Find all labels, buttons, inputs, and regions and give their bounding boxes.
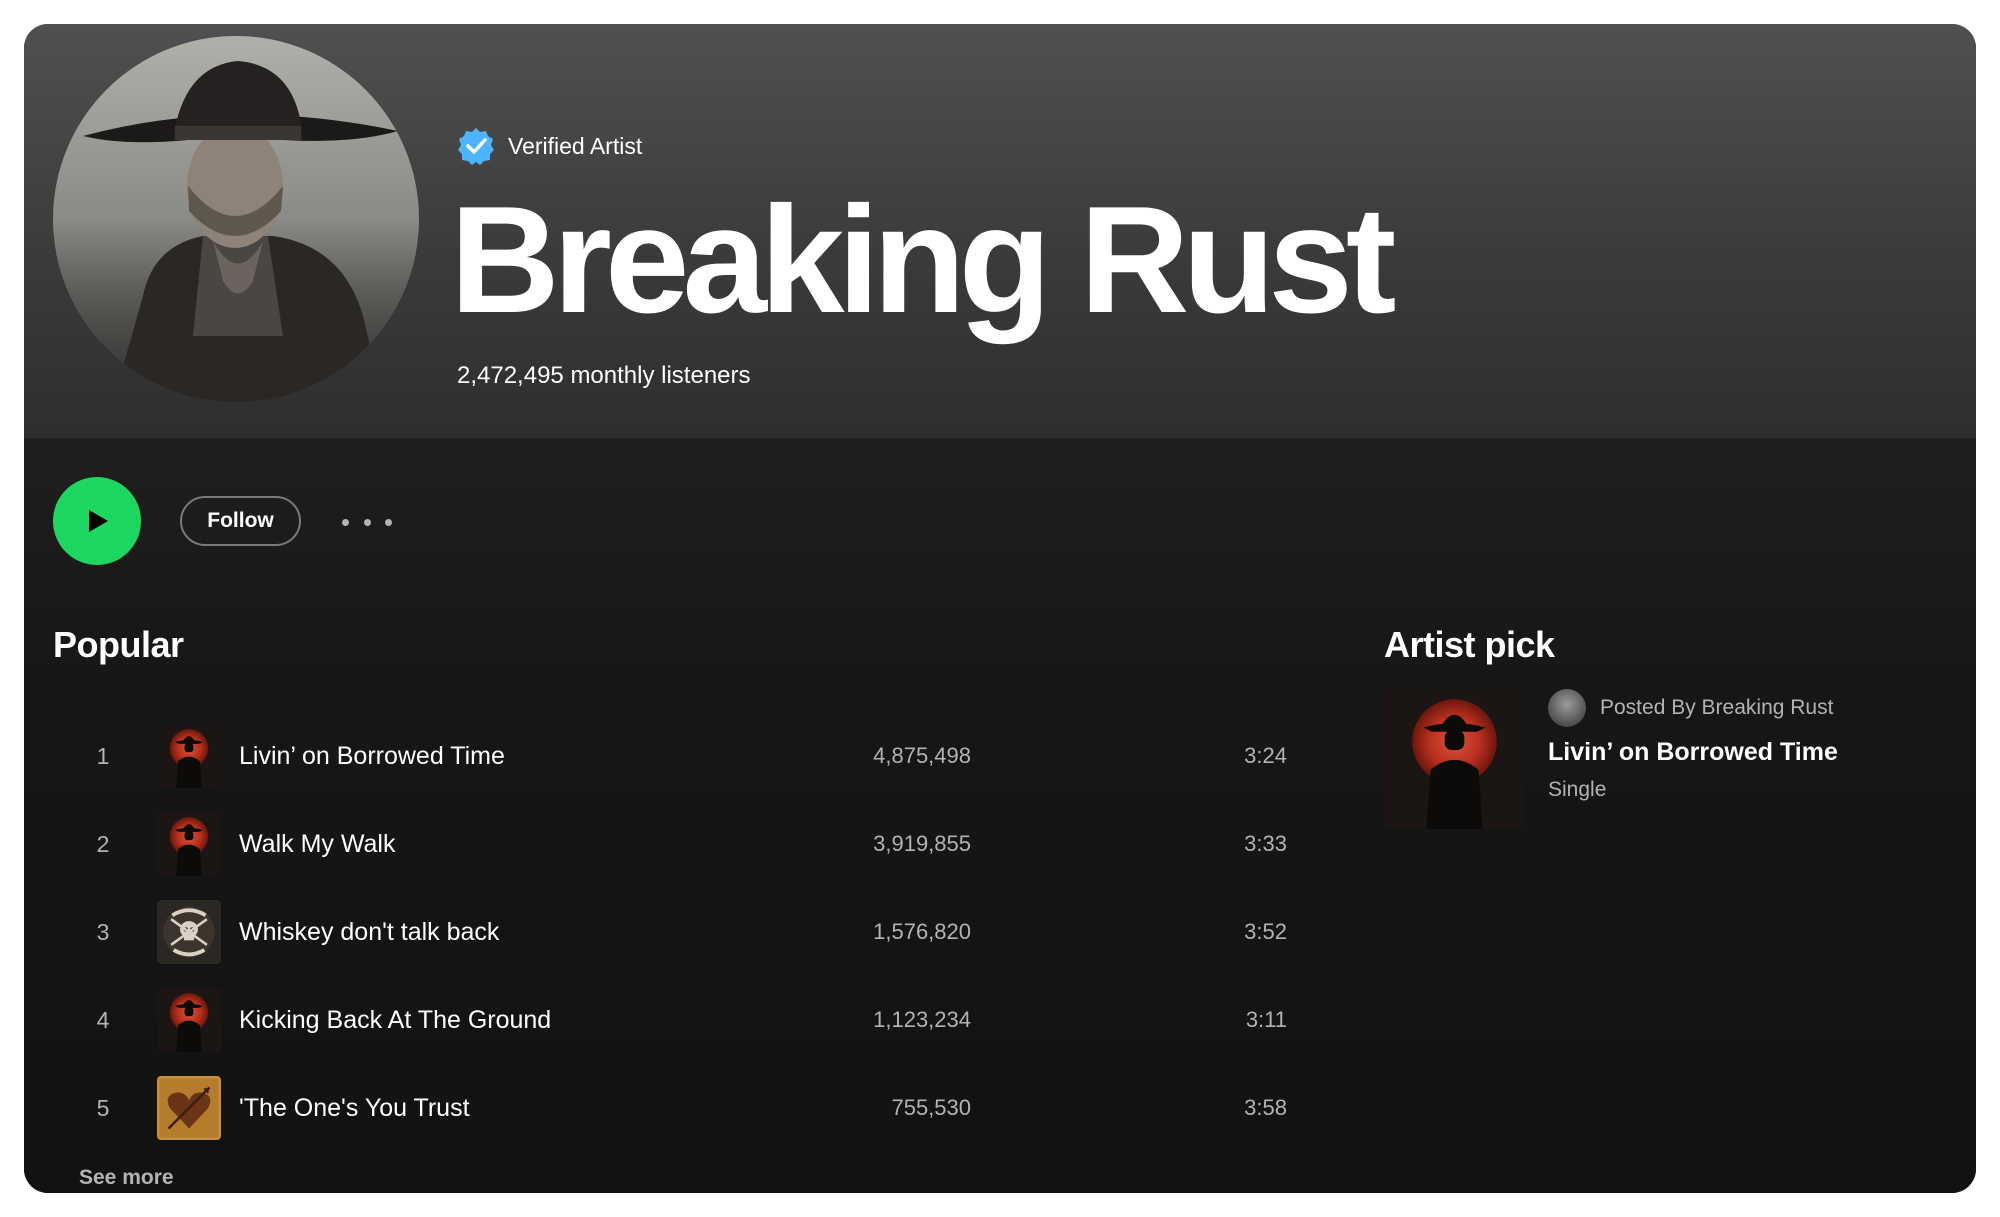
track-duration: 3:24 — [1244, 743, 1287, 768]
dot — [385, 518, 392, 526]
artist-pick-title[interactable]: Livin’ on Borrowed Time — [1548, 738, 1838, 767]
artist-pick-heading: Artist pick — [1384, 624, 1555, 665]
track-title[interactable]: Kicking Back At The Ground — [239, 980, 551, 1060]
track-number: 3 — [96, 918, 110, 945]
track-duration: 3:11 — [1245, 1007, 1287, 1032]
track-play-count: 1,123,234 — [873, 1007, 971, 1032]
track-number: 1 — [96, 742, 110, 769]
track-duration: 3:33 — [1244, 831, 1287, 856]
heart-arrow-icon — [157, 1076, 221, 1140]
track-number: 5 — [96, 1094, 110, 1121]
track-cover-art — [157, 1076, 221, 1140]
track-duration: 3:52 — [1244, 919, 1287, 944]
track-cover-art — [157, 812, 221, 876]
artist-portrait-image — [53, 36, 419, 402]
popular-heading: Popular — [53, 624, 184, 665]
verified-label: Verified Artist — [508, 132, 643, 159]
dot — [342, 518, 349, 526]
track-row[interactable]: 3 Whiskey don't talk back 1,576,820 3:52 — [54, 892, 1294, 972]
see-more-button[interactable]: See more — [79, 1166, 174, 1190]
more-options-icon[interactable] — [342, 502, 392, 542]
track-title[interactable]: Walk My Walk — [239, 804, 395, 884]
artist-name: Breaking Rust — [450, 175, 1396, 345]
artist-pick-card[interactable]: Posted By Breaking Rust Livin’ on Borrow… — [1384, 688, 1944, 848]
track-cover-art — [157, 900, 221, 964]
artist-pick-posted-by: Posted By Breaking Rust — [1548, 688, 1833, 728]
track-title[interactable]: Whiskey don't talk back — [239, 892, 499, 972]
dot — [363, 518, 371, 526]
play-button[interactable] — [53, 477, 141, 565]
track-duration: 3:58 — [1244, 1095, 1287, 1120]
posted-by-label: Posted By Breaking Rust — [1600, 696, 1834, 719]
track-row[interactable]: 4 Kicking Back At The Ground 1,123,234 3… — [54, 980, 1294, 1060]
track-play-count: 755,530 — [891, 1095, 971, 1120]
artist-pick-type: Single — [1548, 778, 1607, 801]
track-row[interactable]: 5 'The One's You Trust 755,530 3:58 — [54, 1068, 1294, 1148]
artist-avatar — [53, 36, 419, 402]
track-cover-art — [157, 724, 221, 788]
artist-page: Verified Artist Breaking Rust 2,472,495 … — [24, 24, 1976, 1193]
play-icon — [89, 510, 108, 532]
monthly-listeners: 2,472,495 monthly listeners — [457, 362, 751, 389]
track-play-count: 3,919,855 — [873, 831, 971, 856]
artist-pick-avatar — [1548, 689, 1586, 727]
track-title[interactable]: 'The One's You Trust — [239, 1068, 470, 1148]
artist-pick-cover-art — [1384, 688, 1525, 829]
track-number: 4 — [96, 1006, 110, 1033]
verified-check-icon — [458, 128, 494, 165]
track-play-count: 4,875,498 — [873, 743, 971, 768]
track-cover-art — [157, 988, 221, 1052]
track-row[interactable]: 2 Walk My Walk 3,919,855 3:33 — [54, 804, 1294, 884]
track-number: 2 — [96, 830, 110, 857]
skull-emblem-icon — [157, 900, 221, 964]
track-play-count: 1,576,820 — [873, 919, 971, 944]
track-row[interactable]: 1 Livin’ on Borrowed Time 4,875,498 3:24 — [54, 716, 1294, 796]
follow-button[interactable]: Follow — [180, 496, 301, 546]
track-title[interactable]: Livin’ on Borrowed Time — [239, 716, 505, 796]
verified-badge: Verified Artist — [456, 124, 642, 168]
